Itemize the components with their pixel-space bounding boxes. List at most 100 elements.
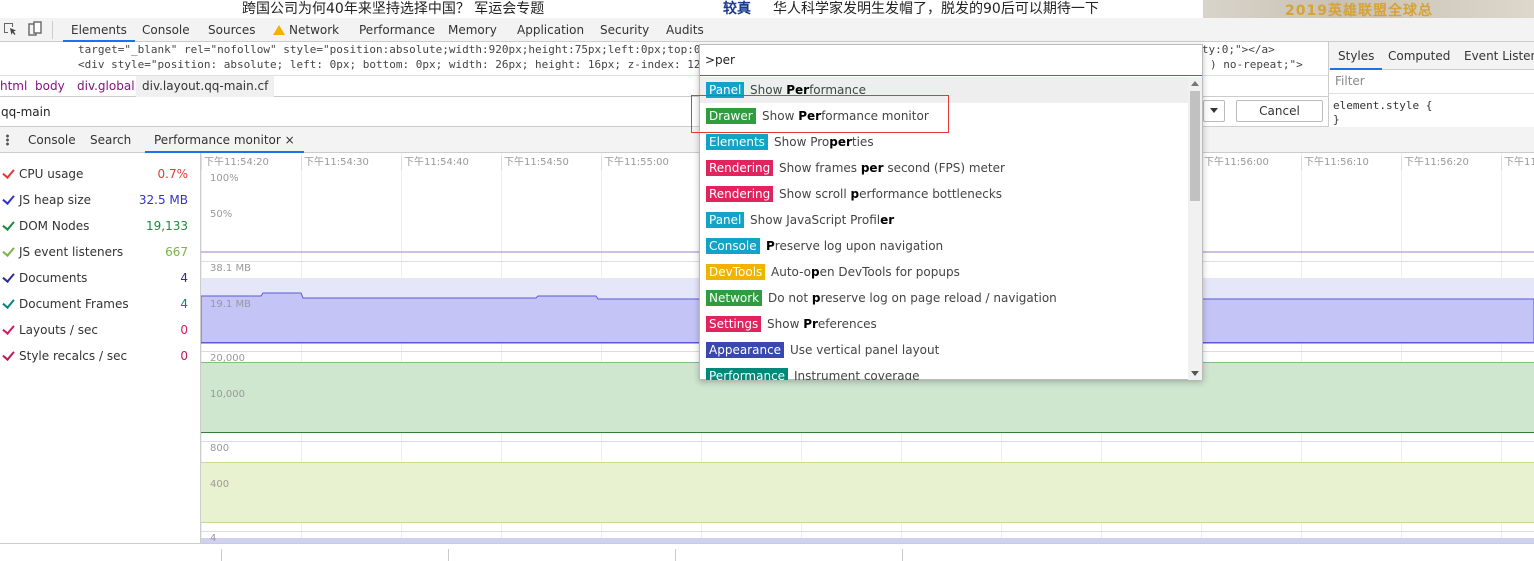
time-tick: 下午11:55:00	[601, 156, 669, 170]
command-input[interactable]: >per	[705, 53, 735, 67]
metric-value: 4	[180, 271, 188, 285]
checkbox-icon[interactable]	[2, 218, 15, 231]
more-options-icon[interactable]	[6, 134, 9, 146]
scroll-down-icon[interactable]	[1191, 371, 1199, 376]
tab-security[interactable]: Security	[592, 18, 657, 42]
command-item[interactable]: Panel Show JavaScript Profiler	[700, 207, 1188, 233]
scrollbar-thumb[interactable]	[1190, 91, 1200, 201]
banner-headline[interactable]: 跨国公司为何40年来坚持选择中国？ 军运会专题	[242, 0, 544, 18]
label-part: ties	[851, 135, 874, 149]
breadcrumb-div-layout[interactable]: div.layout.qq-main.cf	[136, 76, 275, 97]
tab-search[interactable]: Search	[81, 127, 140, 153]
command-label: Show JavaScript Profiler	[750, 212, 894, 228]
breadcrumb-body[interactable]: body	[29, 76, 71, 97]
tab-memory[interactable]: Memory	[440, 18, 505, 42]
close-icon[interactable]: ×	[285, 133, 295, 147]
command-item[interactable]: Network Do not preserve log on page reloa…	[700, 285, 1188, 311]
metric-row[interactable]: Document Frames 4	[0, 291, 200, 317]
warning-icon	[273, 25, 285, 35]
metric-label: Layouts / sec	[19, 323, 98, 337]
banner-label[interactable]: 较真	[723, 0, 751, 18]
breadcrumb-div-global[interactable]: div.global	[71, 76, 141, 97]
label-part: Do not	[768, 291, 812, 305]
checkbox-icon[interactable]	[2, 348, 15, 361]
command-item[interactable]: Performance Instrument coverage	[700, 363, 1188, 380]
dom-line[interactable]: target="_blank" rel="nofollow" style="po…	[78, 42, 707, 58]
time-tick: 下午11:54:30	[301, 156, 369, 170]
tab-elements[interactable]: Elements	[63, 18, 135, 42]
match-highlight: Pr	[803, 317, 818, 331]
tab-application[interactable]: Application	[509, 18, 592, 42]
search-input[interactable]: qq-main	[0, 101, 700, 123]
command-item[interactable]: Rendering Show scroll performance bottlen…	[700, 181, 1188, 207]
cancel-button[interactable]: Cancel	[1236, 100, 1323, 122]
time-tick: 下午11:56:00	[1201, 156, 1269, 170]
search-options-select[interactable]	[1203, 100, 1225, 122]
chevron-down-icon	[1210, 108, 1218, 113]
device-toolbar-icon[interactable]	[27, 21, 43, 37]
command-label: Auto-open DevTools for popups	[771, 264, 960, 280]
metric-value: 0	[180, 323, 188, 337]
checkbox-icon[interactable]	[2, 166, 15, 179]
metric-row[interactable]: DOM Nodes 19,133	[0, 213, 200, 239]
time-tick: 下午11:54:50	[501, 156, 569, 170]
scroll-up-icon[interactable]	[1191, 81, 1199, 86]
command-label: Use vertical panel layout	[790, 342, 939, 358]
command-item[interactable]: DevTools Auto-open DevTools for popups	[700, 259, 1188, 285]
checkbox-icon[interactable]	[2, 270, 15, 283]
command-item[interactable]: Rendering Show frames per second (FPS) me…	[700, 155, 1188, 181]
metric-label: Style recalcs / sec	[19, 349, 128, 363]
tab-computed[interactable]: Computed	[1380, 42, 1458, 70]
command-item[interactable]: Appearance Use vertical panel layout	[700, 337, 1188, 363]
checkbox-icon[interactable]	[2, 192, 15, 205]
category-badge: Rendering	[706, 160, 774, 176]
tab-console[interactable]: Console	[19, 127, 85, 153]
banner-headline-2[interactable]: 华人科学家发明生发帽了，脱发的90后可以期待一下	[773, 0, 1099, 18]
match-highlight: per	[860, 161, 884, 175]
metric-row[interactable]: JS heap size 32.5 MB	[0, 187, 200, 213]
style-rule[interactable]: element.style {}	[1333, 99, 1432, 127]
match-highlight: P	[766, 239, 775, 253]
dom-line[interactable]: <div style="position: absolute; left: 0p…	[78, 57, 701, 73]
checkbox-icon[interactable]	[2, 322, 15, 335]
input-underline	[700, 75, 1202, 76]
inspect-element-icon[interactable]	[2, 21, 18, 37]
banner-ad-text: 2019英雄联盟全球总	[1285, 3, 1433, 18]
category-badge: Console	[706, 238, 760, 254]
tab-label: Security	[600, 23, 650, 37]
category-badge: Network	[706, 290, 763, 306]
tab-label: Console	[142, 23, 190, 37]
tab-performance-monitor[interactable]: Performance monitor ×	[145, 127, 304, 153]
tab-styles[interactable]: Styles	[1330, 42, 1383, 70]
scrollbar[interactable]	[1188, 77, 1202, 380]
metric-value: 0.7%	[157, 167, 189, 181]
metric-label: JS event listeners	[19, 245, 124, 259]
tab-event-listeners[interactable]: Event Listene	[1456, 42, 1534, 70]
y-label: 10,000	[210, 389, 245, 400]
metric-row[interactable]: JS event listeners 667	[0, 239, 200, 265]
metric-value: 32.5 MB	[138, 193, 188, 207]
tab-performance[interactable]: Performance	[351, 18, 443, 42]
tab-sources[interactable]: Sources	[200, 18, 263, 42]
label-part: Show Pro	[774, 135, 830, 149]
metric-row[interactable]: Style recalcs / sec 0	[0, 343, 200, 369]
metric-row[interactable]: Documents 4	[0, 265, 200, 291]
metric-row[interactable]: CPU usage 0.7%	[0, 161, 200, 187]
y-label: 38.1 MB	[210, 263, 251, 274]
metric-row[interactable]: Layouts / sec 0	[0, 317, 200, 343]
tab-console[interactable]: Console	[134, 18, 198, 42]
checkbox-icon[interactable]	[2, 244, 15, 257]
metric-label: CPU usage	[19, 167, 84, 181]
command-item[interactable]: Console Preserve log upon navigation	[700, 233, 1188, 259]
tab-network[interactable]: Network	[265, 18, 347, 42]
match-highlight: p	[810, 265, 820, 279]
category-badge: DevTools	[706, 264, 766, 280]
highlight-box	[691, 95, 949, 133]
styles-filter-input[interactable]: Filter	[1335, 74, 1365, 88]
tab-audits[interactable]: Audits	[658, 18, 712, 42]
checkbox-icon[interactable]	[2, 296, 15, 309]
command-item[interactable]: Settings Show Preferences	[700, 311, 1188, 337]
tab-label: Network	[289, 23, 340, 37]
y-label: 19.1 MB	[210, 299, 251, 310]
divider	[675, 549, 676, 561]
